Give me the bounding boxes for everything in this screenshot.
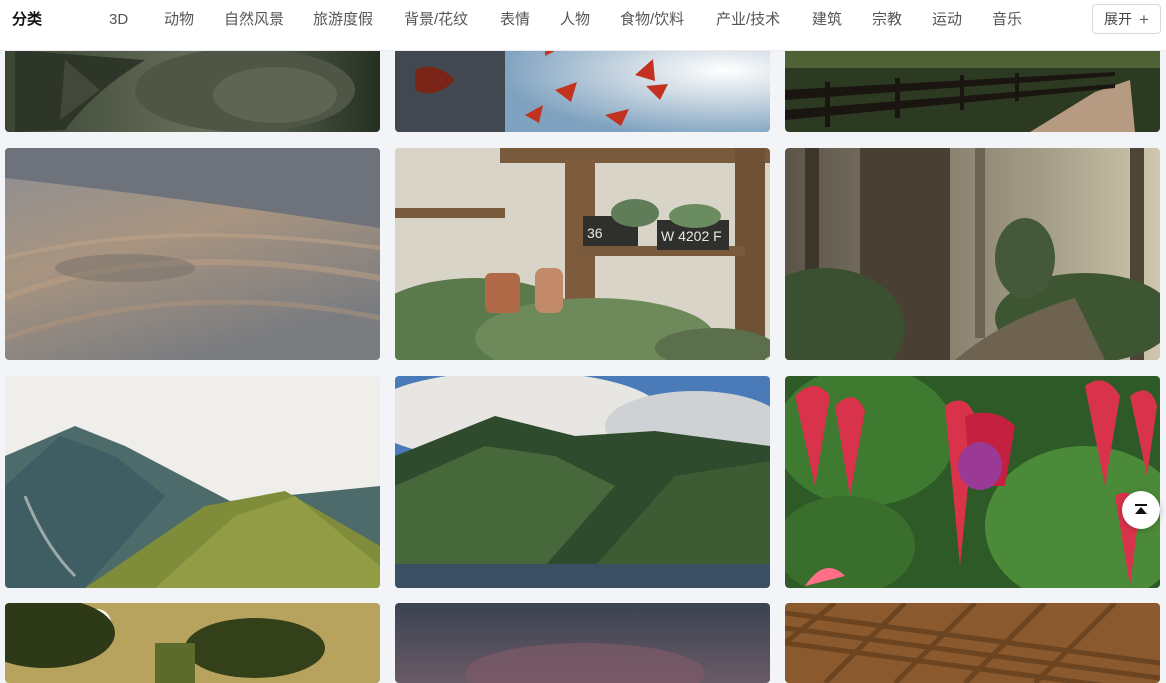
photo-card-sand-dune[interactable] bbox=[5, 148, 380, 360]
potted-plants-photo: 36 W 4202 F bbox=[395, 148, 770, 360]
fuchsia-flowers-photo bbox=[785, 376, 1160, 588]
green-mountains-photo bbox=[395, 376, 770, 588]
sand-dune-photo bbox=[5, 148, 380, 360]
expand-button[interactable]: 展开 + bbox=[1092, 4, 1161, 34]
photo-card-woven[interactable] bbox=[785, 603, 1160, 683]
nav-item-travel[interactable]: 旅游度假 bbox=[313, 0, 373, 40]
expand-label: 展开 bbox=[1104, 11, 1133, 27]
arrow-to-top-icon bbox=[1135, 504, 1147, 514]
nav-item-emoji[interactable]: 表情 bbox=[500, 0, 530, 40]
nav-item-backgrounds[interactable]: 背景/花纹 bbox=[404, 0, 468, 40]
forest-tree-photo bbox=[785, 148, 1160, 360]
category-bar: 分类 3D 动物 自然风景 旅游度假 背景/花纹 表情 人物 食物/饮料 产业/… bbox=[0, 0, 1166, 51]
photo-card-mountain-clouds[interactable] bbox=[5, 376, 380, 588]
nav-item-sports[interactable]: 运动 bbox=[932, 0, 962, 40]
dusk-sky-photo bbox=[395, 603, 770, 683]
nav-item-industry[interactable]: 产业/技术 bbox=[716, 0, 780, 40]
plus-icon: + bbox=[1139, 9, 1149, 29]
nav-item-architecture[interactable]: 建筑 bbox=[812, 0, 842, 40]
nav-item-music[interactable]: 音乐 bbox=[992, 0, 1022, 40]
nav-item-animals[interactable]: 动物 bbox=[164, 0, 194, 40]
photo-card-fuchsia[interactable] bbox=[785, 376, 1160, 588]
photo-card-forest[interactable] bbox=[785, 148, 1160, 360]
nav-item-food[interactable]: 食物/饮料 bbox=[620, 0, 684, 40]
nav-item-people[interactable]: 人物 bbox=[560, 0, 590, 40]
category-label: 分类 bbox=[12, 11, 43, 28]
photo-card-sunset-trees[interactable] bbox=[5, 603, 380, 683]
nav-item-3d[interactable]: 3D bbox=[109, 0, 128, 40]
sunset-trees-photo bbox=[5, 603, 380, 683]
nav-item-religion[interactable]: 宗教 bbox=[872, 0, 902, 40]
mountain-clouds-photo bbox=[5, 376, 380, 588]
photo-card-plant-shelf[interactable]: 36 W 4202 F bbox=[395, 148, 770, 360]
woven-texture-photo bbox=[785, 603, 1160, 683]
plate-text-right: W 4202 F bbox=[661, 228, 722, 244]
scroll-to-top-button[interactable] bbox=[1122, 491, 1160, 529]
photo-card-dusk[interactable] bbox=[395, 603, 770, 683]
nav-item-nature[interactable]: 自然风景 bbox=[224, 0, 284, 40]
photo-card-green-coast[interactable] bbox=[395, 376, 770, 588]
plate-text-left: 36 bbox=[587, 225, 603, 241]
